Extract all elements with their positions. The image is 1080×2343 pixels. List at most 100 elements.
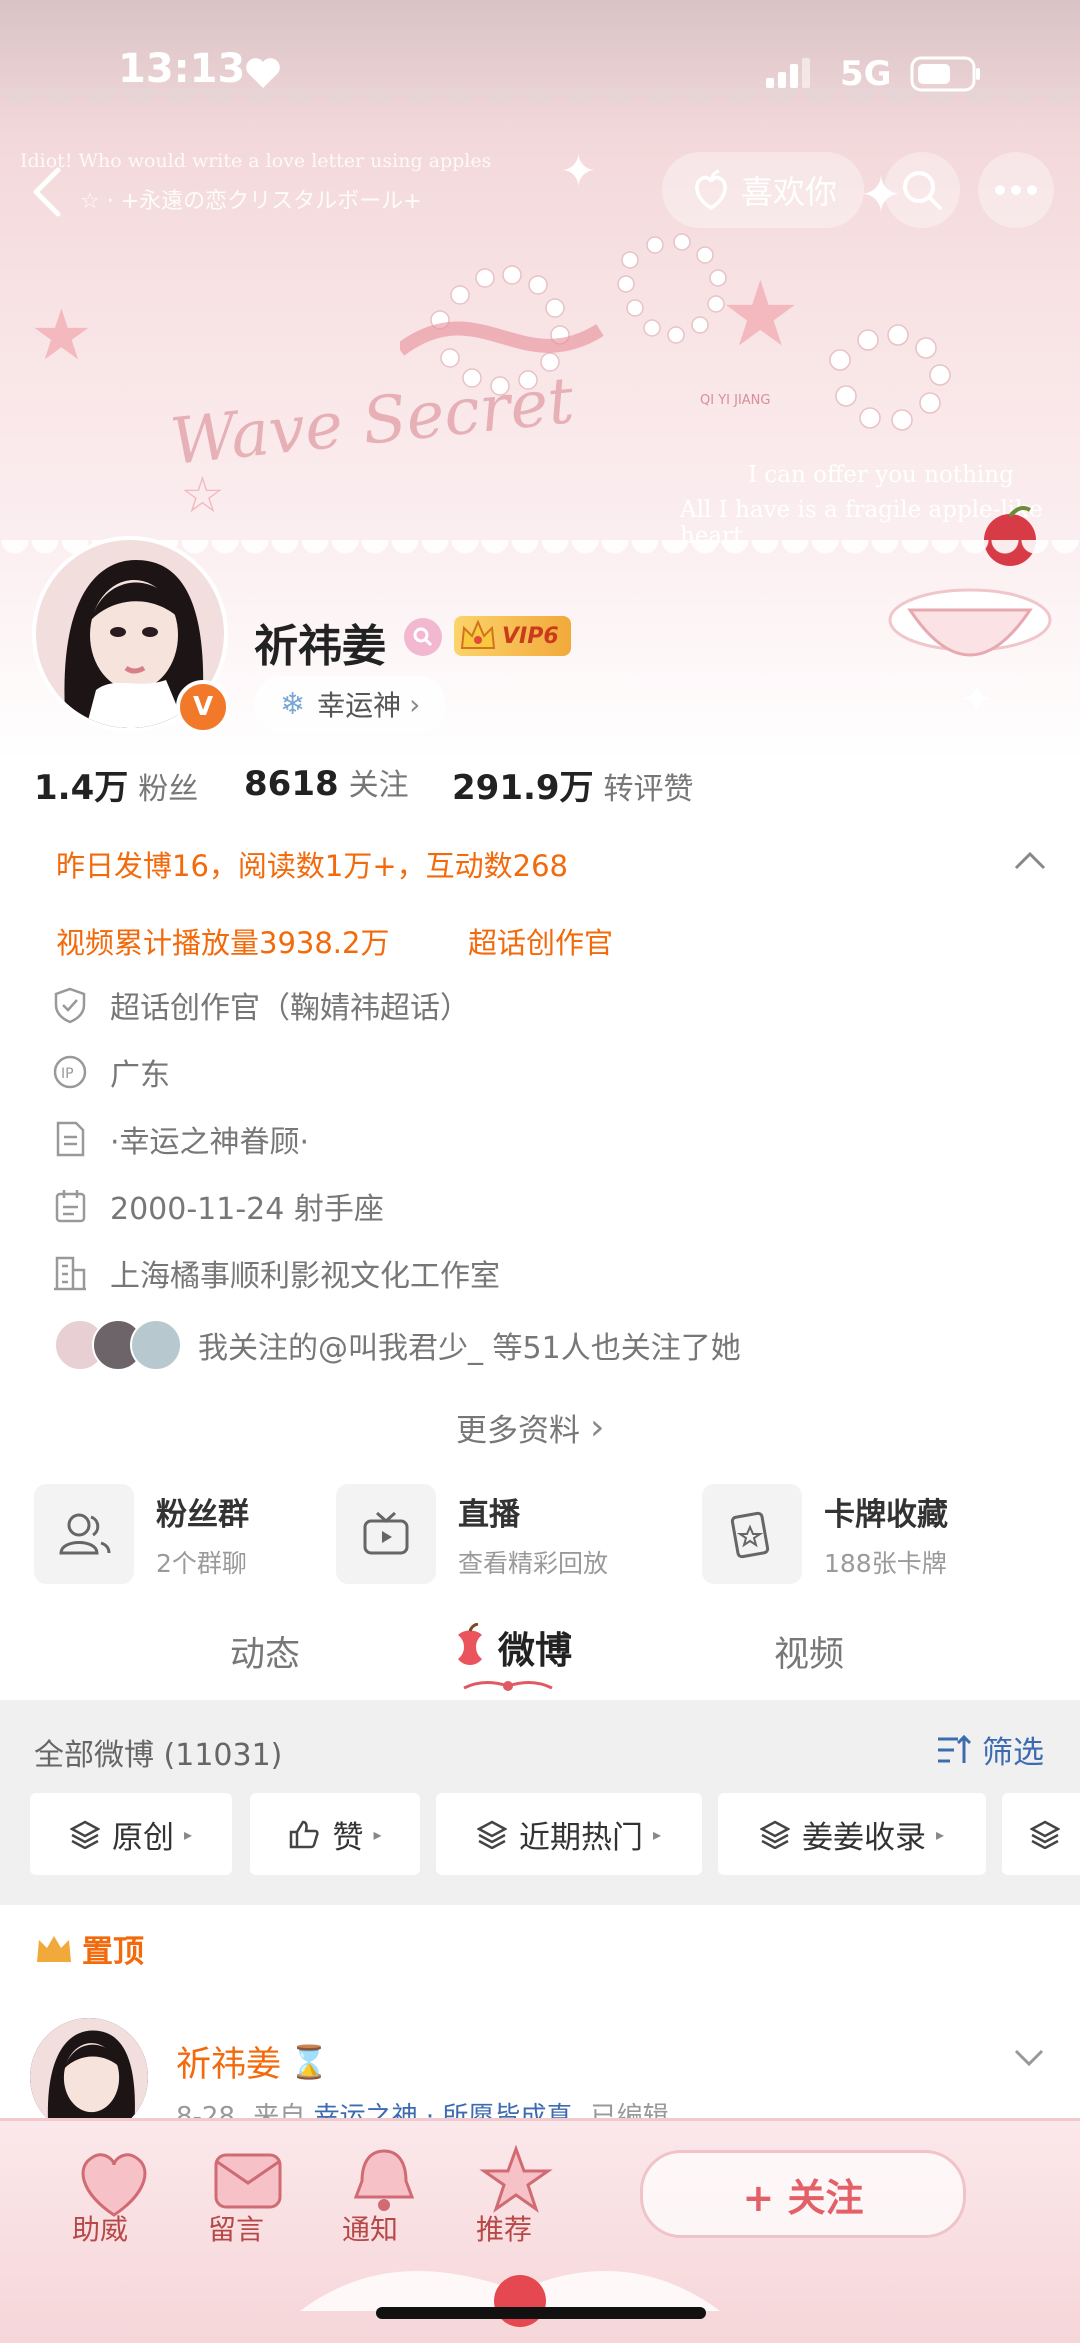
svg-text:IP: IP bbox=[61, 1066, 74, 1082]
post-count: 全部微博 (11031) bbox=[34, 1738, 283, 1773]
daily-summary[interactable]: 昨日发博16，阅读数1万+，互动数268 bbox=[56, 843, 568, 885]
banner-caption-right-1: I can offer you nothing bbox=[748, 462, 1014, 488]
following-count: 8618 bbox=[244, 764, 339, 804]
chevron-right-icon: › bbox=[409, 687, 421, 721]
pinned-label: 置顶 bbox=[34, 1926, 144, 1971]
chevron-up-icon[interactable] bbox=[1014, 850, 1046, 870]
layers-icon bbox=[69, 1820, 100, 1849]
filter-icon bbox=[938, 1734, 972, 1763]
search-button[interactable] bbox=[884, 152, 960, 228]
tile-title: 卡牌收藏 bbox=[824, 1496, 948, 1533]
card-star-icon bbox=[730, 1511, 770, 1559]
filter-original[interactable]: 原创 ▸ bbox=[30, 1793, 232, 1875]
filter-collection[interactable]: 姜姜收录 ▸ bbox=[718, 1793, 986, 1875]
tile-subtitle: 188张卡牌 bbox=[824, 1548, 947, 1578]
layers-icon bbox=[759, 1820, 790, 1849]
creator-badge-link[interactable]: 超话创作官 bbox=[468, 920, 613, 962]
back-icon[interactable] bbox=[30, 166, 64, 218]
like-label: 喜欢你 bbox=[740, 173, 837, 211]
pearl-decoration bbox=[400, 233, 951, 431]
profile-tabs: 动态 微博 视频 bbox=[0, 1610, 1080, 1700]
snowflake-icon: ❄ bbox=[280, 686, 306, 722]
following-label: 关注 bbox=[348, 768, 409, 803]
signal-icon bbox=[766, 58, 810, 88]
following-stat[interactable]: 8618 关注 bbox=[244, 760, 409, 804]
nav-notify[interactable]: 通知 bbox=[342, 2208, 398, 2248]
building-icon bbox=[54, 1256, 86, 1291]
fan-group-tile[interactable]: 粉丝群 2个群聊 bbox=[34, 1484, 249, 1584]
info-role: 超话创作官（鞠婧祎超话） bbox=[52, 979, 470, 1031]
followers-count: 1.4万 bbox=[34, 768, 129, 808]
nav-recommend[interactable]: 推荐 bbox=[476, 2208, 532, 2248]
followers-label: 粉丝 bbox=[138, 772, 199, 807]
nav-message[interactable]: 留言 bbox=[208, 2208, 264, 2248]
hourglass-icon: ⌛ bbox=[289, 2042, 329, 2081]
info-bio: ·幸运之神眷顾· bbox=[52, 1113, 309, 1165]
more-button[interactable] bbox=[978, 152, 1054, 228]
nav-cheer[interactable]: 助威 bbox=[72, 2208, 128, 2248]
vip-badge[interactable]: VIP6 bbox=[454, 616, 571, 656]
shield-check-icon bbox=[54, 987, 86, 1024]
filter-likes[interactable]: 赞 ▸ bbox=[250, 1793, 420, 1875]
caret-icon: ▸ bbox=[183, 1824, 193, 1844]
post-meta: 8-28 来自 幸运之神 · 所愿皆成真 已编辑 bbox=[176, 2096, 669, 2118]
caret-icon: ▸ bbox=[652, 1824, 662, 1844]
battery-icon bbox=[910, 56, 980, 92]
sparkle-decoration: ✦ bbox=[560, 146, 597, 197]
wings-decoration bbox=[300, 2271, 720, 2327]
more-dots-icon bbox=[995, 185, 1037, 195]
apple-heart-icon bbox=[695, 169, 727, 211]
tab-video[interactable]: 视频 bbox=[774, 1626, 844, 1677]
verified-badge: V bbox=[176, 680, 230, 734]
engagement-stat[interactable]: 291.9万 转评赞 bbox=[452, 760, 694, 809]
tile-title: 直播 bbox=[458, 1496, 520, 1533]
info-company: 上海橘事顺利影视文化工作室 bbox=[52, 1247, 500, 1299]
more-info-link[interactable]: 更多资料 › bbox=[456, 1405, 604, 1450]
live-tile[interactable]: 直播 查看精彩回放 bbox=[336, 1484, 608, 1584]
chevron-down-icon[interactable] bbox=[1014, 2048, 1044, 2068]
filter-hot[interactable]: 近期热门 ▸ bbox=[436, 1793, 702, 1875]
mutual-avatars bbox=[54, 1319, 182, 1371]
card-collection-tile[interactable]: 卡牌收藏 188张卡牌 bbox=[702, 1484, 948, 1584]
ip-location-icon: IP bbox=[53, 1055, 87, 1089]
crown-icon bbox=[460, 619, 496, 649]
tab-weibo-label: 微博 bbox=[498, 1629, 572, 1672]
live-icon-box bbox=[336, 1484, 436, 1584]
chevron-right-icon: › bbox=[590, 1407, 605, 1448]
layers-icon bbox=[1030, 1820, 1060, 1849]
filter-more[interactable] bbox=[1002, 1793, 1080, 1875]
teacup-decoration bbox=[888, 506, 1052, 657]
lace-border-top bbox=[0, 88, 1080, 118]
people-icon bbox=[59, 1513, 111, 1555]
banner-caption-jp: ☆ · +永遠の恋クリスタルボール+ bbox=[80, 189, 422, 214]
caret-icon: ▸ bbox=[373, 1824, 382, 1844]
tile-subtitle: 2个群聊 bbox=[156, 1548, 247, 1578]
tab-weibo[interactable]: 微博 bbox=[448, 1620, 572, 1674]
filter-button[interactable]: 筛选 bbox=[936, 1727, 1044, 1772]
video-plays[interactable]: 视频累计播放量3938.2万 bbox=[56, 920, 389, 962]
like-button[interactable]: 喜欢你 bbox=[662, 152, 864, 228]
mutual-followers[interactable]: 我关注的@叫我君少_ 等51人也关注了她 bbox=[54, 1319, 741, 1371]
crown-icon bbox=[37, 1935, 71, 1962]
home-indicator bbox=[376, 2307, 706, 2319]
mutual-text: 我关注的@叫我君少_ 等51人也关注了她 bbox=[198, 1331, 741, 1366]
search-badge[interactable] bbox=[404, 618, 442, 656]
caret-icon: ▸ bbox=[935, 1824, 945, 1844]
layers-icon bbox=[476, 1820, 507, 1849]
post-source-link[interactable]: 幸运之神 · 所愿皆成真 bbox=[314, 2102, 573, 2118]
follow-button[interactable]: + 关注 bbox=[640, 2150, 966, 2238]
post-author[interactable]: 祈祎姜 ⌛ bbox=[176, 2036, 329, 2087]
network-type: 5G bbox=[840, 54, 892, 94]
star-decoration: ☆ bbox=[180, 466, 225, 524]
tag-chip[interactable]: ❄ 幸运神 › bbox=[254, 676, 447, 732]
info-birthday: 2000-11-24 射手座 bbox=[52, 1180, 384, 1232]
engagement-label: 转评赞 bbox=[603, 772, 694, 807]
status-time: 13:13 bbox=[118, 46, 246, 92]
heart-icon bbox=[246, 58, 280, 88]
tab-activity[interactable]: 动态 bbox=[230, 1626, 300, 1677]
magnifier-icon bbox=[413, 627, 433, 647]
calendar-icon bbox=[55, 1190, 86, 1223]
card-icon-box bbox=[702, 1484, 802, 1584]
followers-stat[interactable]: 1.4万 粉丝 bbox=[34, 760, 198, 809]
tab-underline-bow bbox=[463, 1681, 553, 1691]
